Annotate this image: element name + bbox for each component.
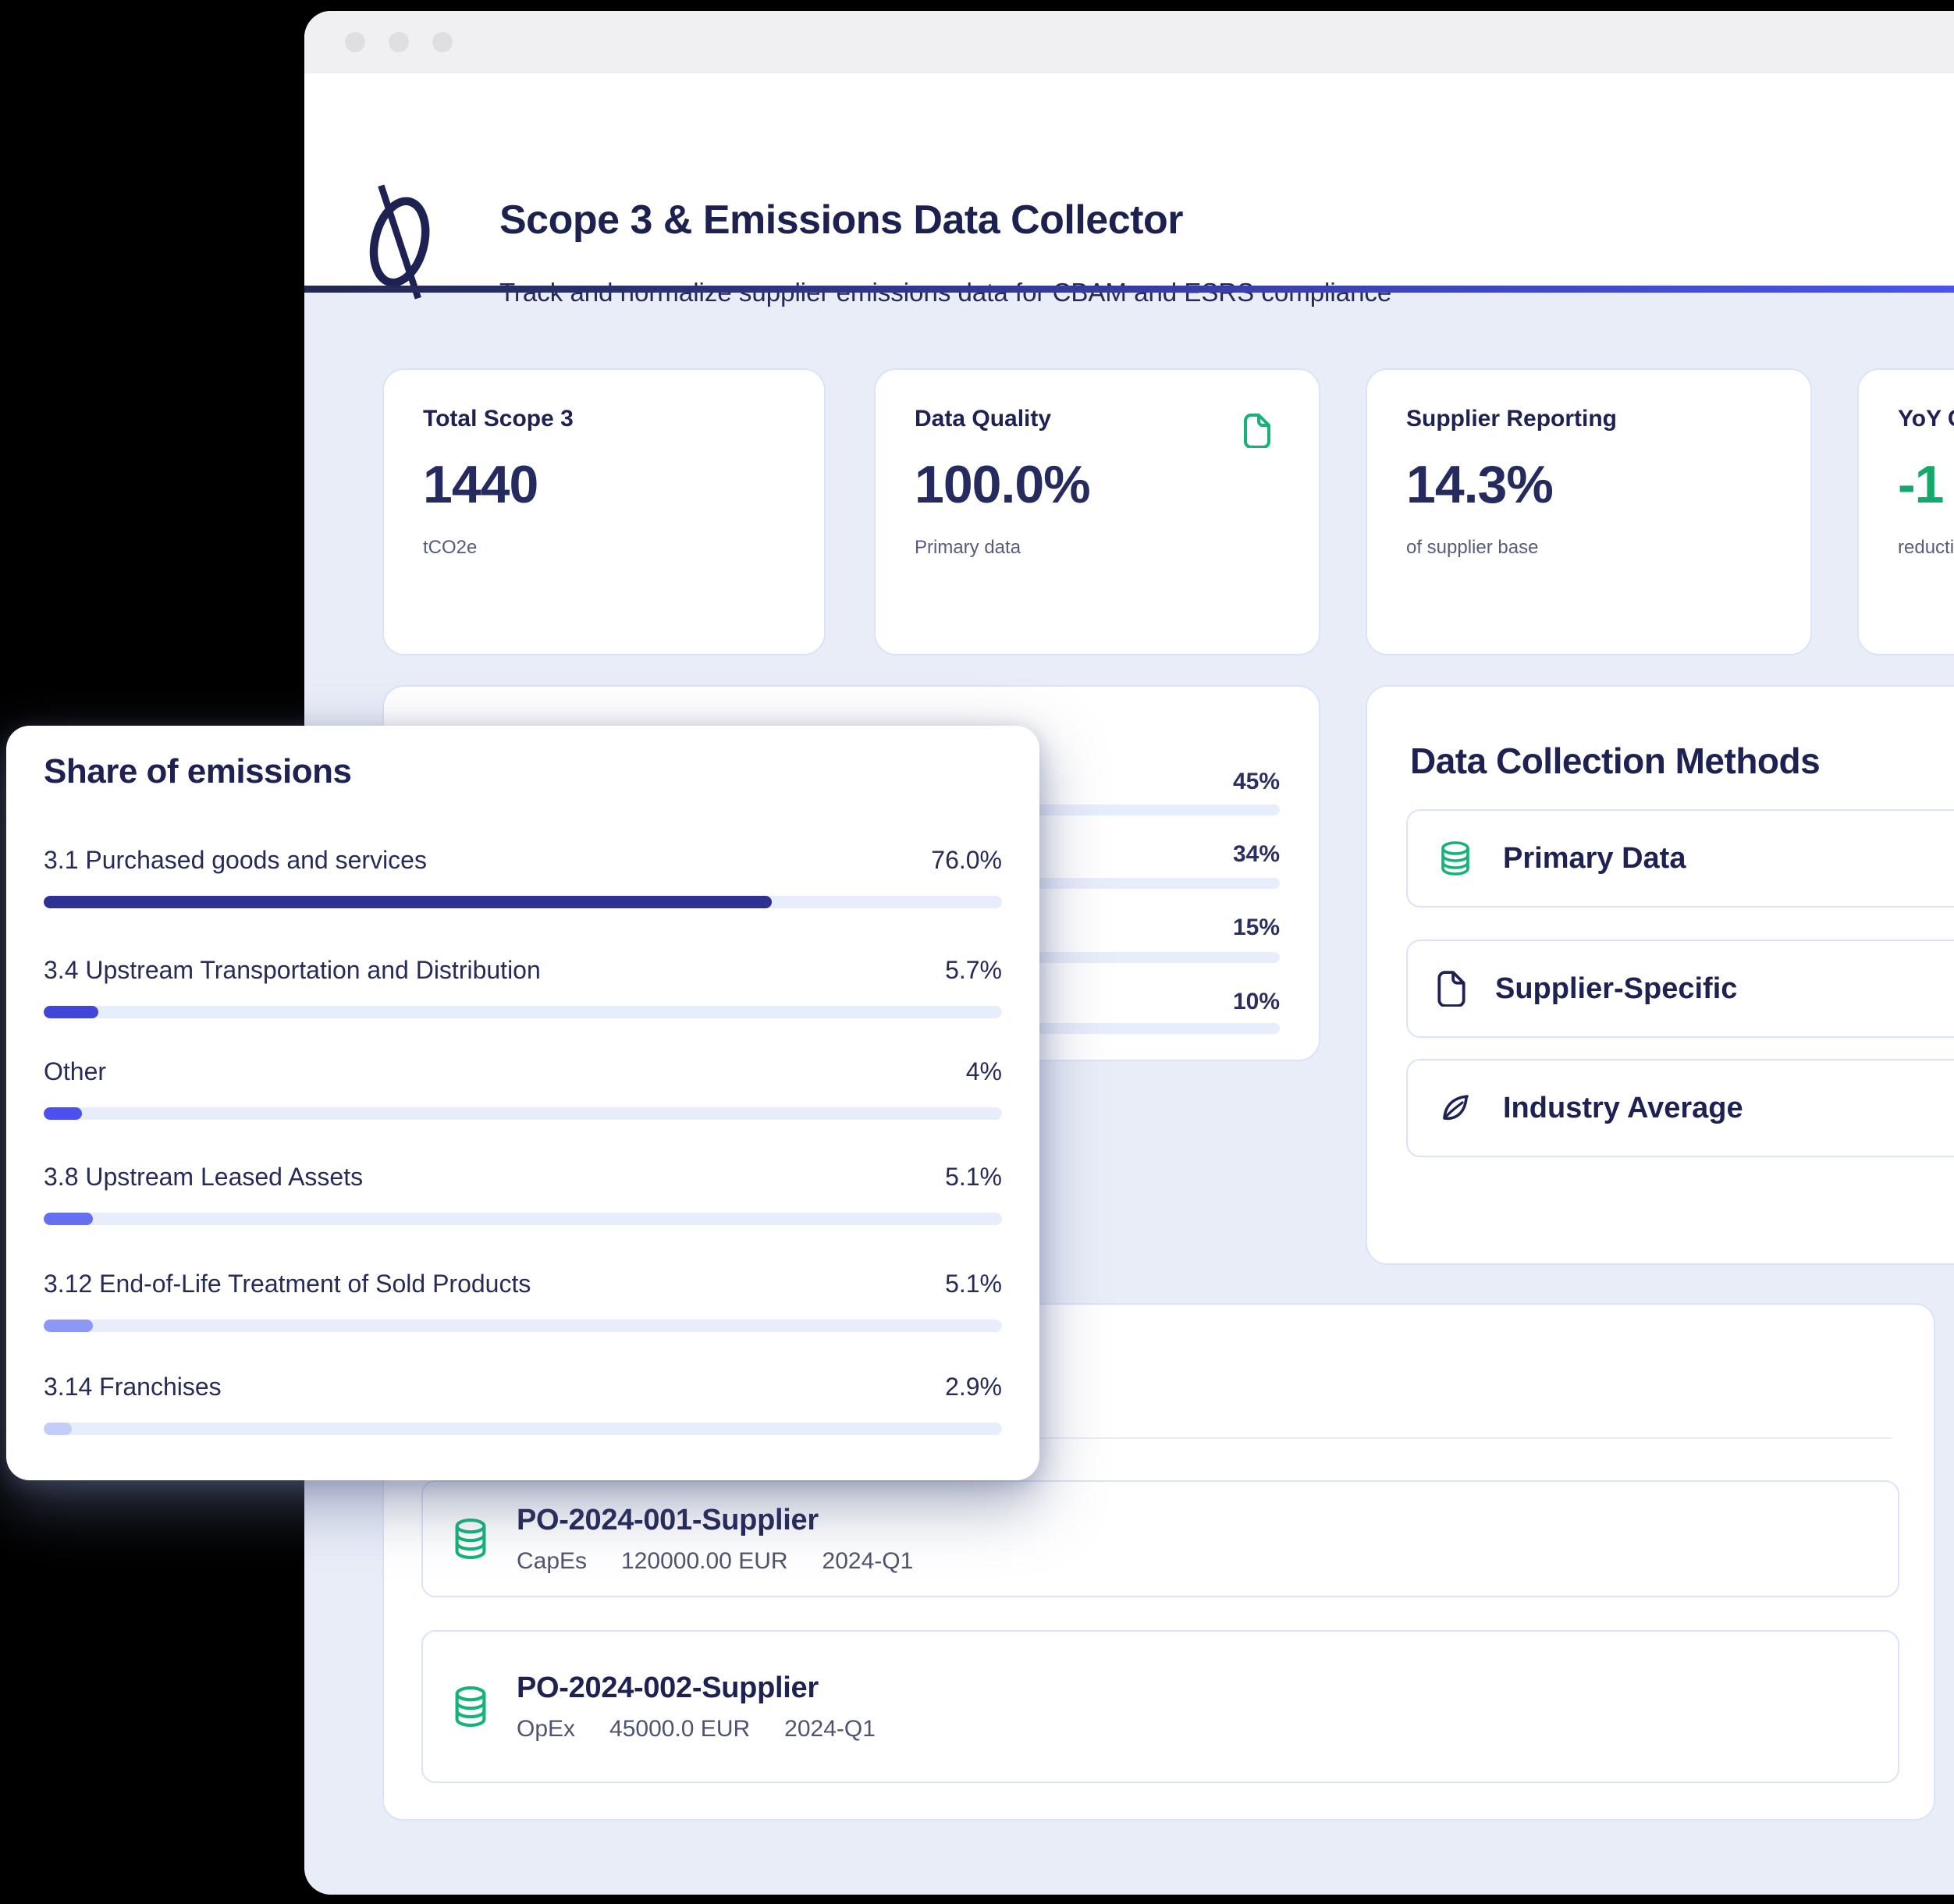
page-title: Scope 3 & Emissions Data Collector bbox=[499, 197, 1183, 243]
emission-row: 3.4 Upstream Transportation and Distribu… bbox=[44, 956, 1002, 1018]
emission-label: 3.14 Franchises bbox=[44, 1373, 222, 1401]
emission-bar-track bbox=[44, 896, 1002, 908]
stat-label: Supplier Reporting bbox=[1406, 406, 1771, 432]
category-pct-label: 45% bbox=[1233, 766, 1280, 797]
window-minimize-icon[interactable] bbox=[389, 32, 409, 52]
stat-value: -1 bbox=[1898, 454, 1954, 515]
method-item-supplier-specific[interactable]: Supplier-Specific bbox=[1406, 940, 1954, 1038]
emission-row: 3.12 End-of-Life Treatment of Sold Produ… bbox=[44, 1270, 1002, 1332]
emission-bar-fill bbox=[44, 1107, 82, 1120]
stat-label: Total Scope 3 bbox=[423, 406, 785, 432]
app-header: Scope 3 & Emissions Data Collector Track… bbox=[304, 73, 1954, 286]
method-label: Primary Data bbox=[1503, 842, 1686, 876]
emission-bar-track bbox=[44, 1107, 1002, 1120]
stat-card-total-scope3: Total Scope 3 1440 tCO2e bbox=[382, 368, 826, 655]
app-logo-icon bbox=[364, 183, 439, 301]
emission-label: 3.1 Purchased goods and services bbox=[44, 846, 427, 875]
emission-bar-track bbox=[44, 1006, 1002, 1018]
emission-value: 5.1% bbox=[945, 1163, 1002, 1192]
page-subtitle: Track and normalize supplier emissions d… bbox=[499, 278, 1391, 307]
stat-value: 14.3% bbox=[1406, 454, 1771, 515]
stat-sub: reduction bbox=[1898, 537, 1954, 559]
po-type: OpEx bbox=[517, 1716, 575, 1742]
database-icon bbox=[451, 1685, 490, 1728]
category-pct-label: 15% bbox=[1233, 912, 1280, 943]
emission-label: 3.4 Upstream Transportation and Distribu… bbox=[44, 956, 541, 985]
emission-bar-track bbox=[44, 1213, 1002, 1225]
emission-value: 5.7% bbox=[945, 956, 1002, 985]
po-row-2024-002[interactable]: PO-2024-002-Supplier OpEx 45000.0 EUR 20… bbox=[421, 1630, 1899, 1783]
stat-card-yoy-change: YoY Change -1 reduction bbox=[1857, 368, 1954, 655]
po-amount: 120000.00 EUR bbox=[621, 1548, 788, 1575]
po-type: CapEs bbox=[517, 1548, 587, 1575]
section-title: Data Collection Methods bbox=[1410, 740, 1820, 782]
overlay-title: Share of emissions bbox=[44, 752, 351, 791]
stat-label: YoY Change bbox=[1898, 406, 1954, 432]
method-item-primary-data[interactable]: Primary Data bbox=[1406, 809, 1954, 908]
window-close-icon[interactable] bbox=[345, 32, 365, 52]
emission-bar-fill bbox=[44, 1423, 72, 1435]
stat-card-supplier-reporting: Supplier Reporting 14.3% of supplier bas… bbox=[1366, 368, 1812, 655]
emission-row: 3.8 Upstream Leased Assets 5.1% bbox=[44, 1163, 1002, 1225]
emission-label: Other bbox=[44, 1057, 106, 1086]
emission-bar-track bbox=[44, 1320, 1002, 1332]
data-collection-methods-card: Data Collection Methods Primary Data Sup… bbox=[1366, 685, 1954, 1265]
emission-value: 76.0% bbox=[931, 846, 1002, 875]
share-of-emissions-overlay: Share of emissions 3.1 Purchased goods a… bbox=[6, 726, 1039, 1480]
emission-bar-fill bbox=[44, 1213, 93, 1225]
database-icon bbox=[451, 1517, 490, 1561]
emission-value: 5.1% bbox=[945, 1270, 1002, 1298]
emission-row: Other 4% bbox=[44, 1057, 1002, 1120]
window-titlebar bbox=[304, 11, 1954, 73]
emission-bar-fill bbox=[44, 896, 772, 908]
emission-row: 3.14 Franchises 2.9% bbox=[44, 1373, 1002, 1435]
category-pct-label: 34% bbox=[1233, 839, 1280, 870]
po-title: PO-2024-001-Supplier bbox=[517, 1504, 913, 1537]
po-amount: 45000.0 EUR bbox=[609, 1716, 750, 1742]
method-item-industry-average[interactable]: Industry Average bbox=[1406, 1059, 1954, 1157]
emission-value: 2.9% bbox=[945, 1373, 1002, 1401]
po-period: 2024-Q1 bbox=[822, 1548, 914, 1575]
stat-label: Data Quality bbox=[915, 406, 1280, 432]
stat-card-data-quality: Data Quality 100.0% Primary data bbox=[874, 368, 1320, 655]
category-pct-label: 10% bbox=[1233, 986, 1280, 1018]
emission-value: 4% bbox=[966, 1057, 1002, 1086]
leaf-icon bbox=[1437, 1090, 1473, 1126]
stat-sub: Primary data bbox=[915, 537, 1280, 559]
method-label: Supplier-Specific bbox=[1495, 972, 1737, 1006]
header-accent-divider bbox=[304, 286, 1954, 293]
stat-sub: of supplier base bbox=[1406, 537, 1771, 559]
method-label: Industry Average bbox=[1503, 1092, 1743, 1125]
emission-bar-fill bbox=[44, 1320, 93, 1332]
file-icon bbox=[1244, 414, 1270, 448]
file-icon bbox=[1437, 971, 1466, 1007]
stat-sub: tCO2e bbox=[423, 537, 785, 559]
emission-row: 3.1 Purchased goods and services 76.0% bbox=[44, 846, 1002, 908]
po-row-2024-001[interactable]: PO-2024-001-Supplier CapEs 120000.00 EUR… bbox=[421, 1480, 1899, 1597]
po-period: 2024-Q1 bbox=[784, 1716, 876, 1742]
stat-value: 100.0% bbox=[915, 454, 1280, 515]
emission-bar-fill bbox=[44, 1006, 98, 1018]
stat-value: 1440 bbox=[423, 454, 785, 515]
emission-label: 3.12 End-of-Life Treatment of Sold Produ… bbox=[44, 1270, 531, 1298]
po-title: PO-2024-002-Supplier bbox=[517, 1671, 876, 1705]
emission-label: 3.8 Upstream Leased Assets bbox=[44, 1163, 363, 1192]
emission-bar-track bbox=[44, 1423, 1002, 1435]
window-maximize-icon[interactable] bbox=[432, 32, 453, 52]
database-icon bbox=[1437, 840, 1473, 876]
